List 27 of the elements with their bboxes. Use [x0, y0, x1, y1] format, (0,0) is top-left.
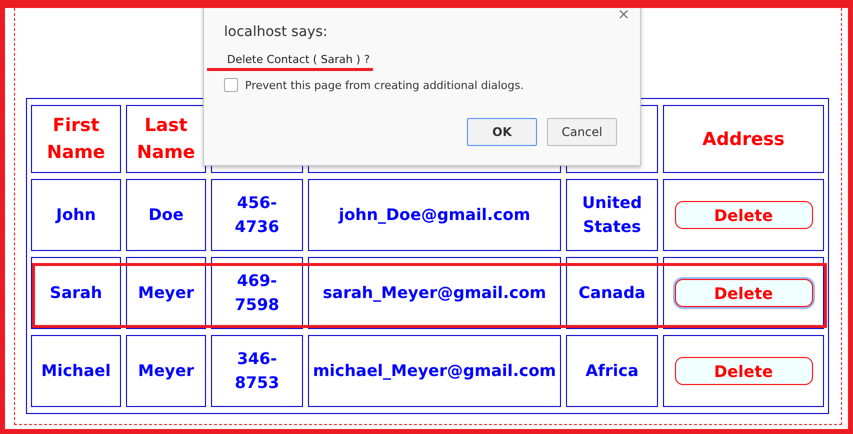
- dialog-title: localhost says:: [224, 24, 328, 40]
- table-cell: Meyer: [126, 335, 206, 407]
- table-cell: Doe: [126, 179, 206, 251]
- table-cell: Michael: [31, 335, 121, 407]
- table-cell: 346-8753: [211, 335, 303, 407]
- table-cell: michael_Meyer@gmail.com: [308, 335, 561, 407]
- checkbox-label: Prevent this page from creating additional dialogs.: [245, 78, 524, 92]
- table-cell: John: [31, 179, 121, 251]
- header-cell: First Name: [31, 105, 121, 173]
- table-cell: United States: [566, 179, 658, 251]
- close-button[interactable]: ×: [617, 8, 630, 23]
- table-cell: Meyer: [126, 257, 206, 329]
- delete-button[interactable]: Delete: [674, 201, 812, 229]
- dialog-message: Delete Contact ( Sarah ) ?: [227, 53, 371, 66]
- table-cell: 456-4736: [211, 179, 303, 251]
- table-cell: Canada: [566, 257, 658, 329]
- table-cell: Sarah: [31, 257, 121, 329]
- delete-button[interactable]: Delete: [674, 357, 812, 385]
- table-cell: john_Doe@gmail.com: [308, 179, 561, 251]
- table-cell: sarah_Meyer@gmail.com: [308, 257, 561, 329]
- header-cell: Address: [663, 105, 824, 173]
- cancel-button[interactable]: Cancel: [547, 118, 617, 146]
- ok-button[interactable]: OK: [467, 118, 537, 146]
- delete-button[interactable]: Delete: [674, 279, 812, 307]
- table-cell: Africa: [566, 335, 658, 407]
- checkbox[interactable]: [224, 78, 238, 92]
- table-cell: 469-7598: [211, 257, 303, 329]
